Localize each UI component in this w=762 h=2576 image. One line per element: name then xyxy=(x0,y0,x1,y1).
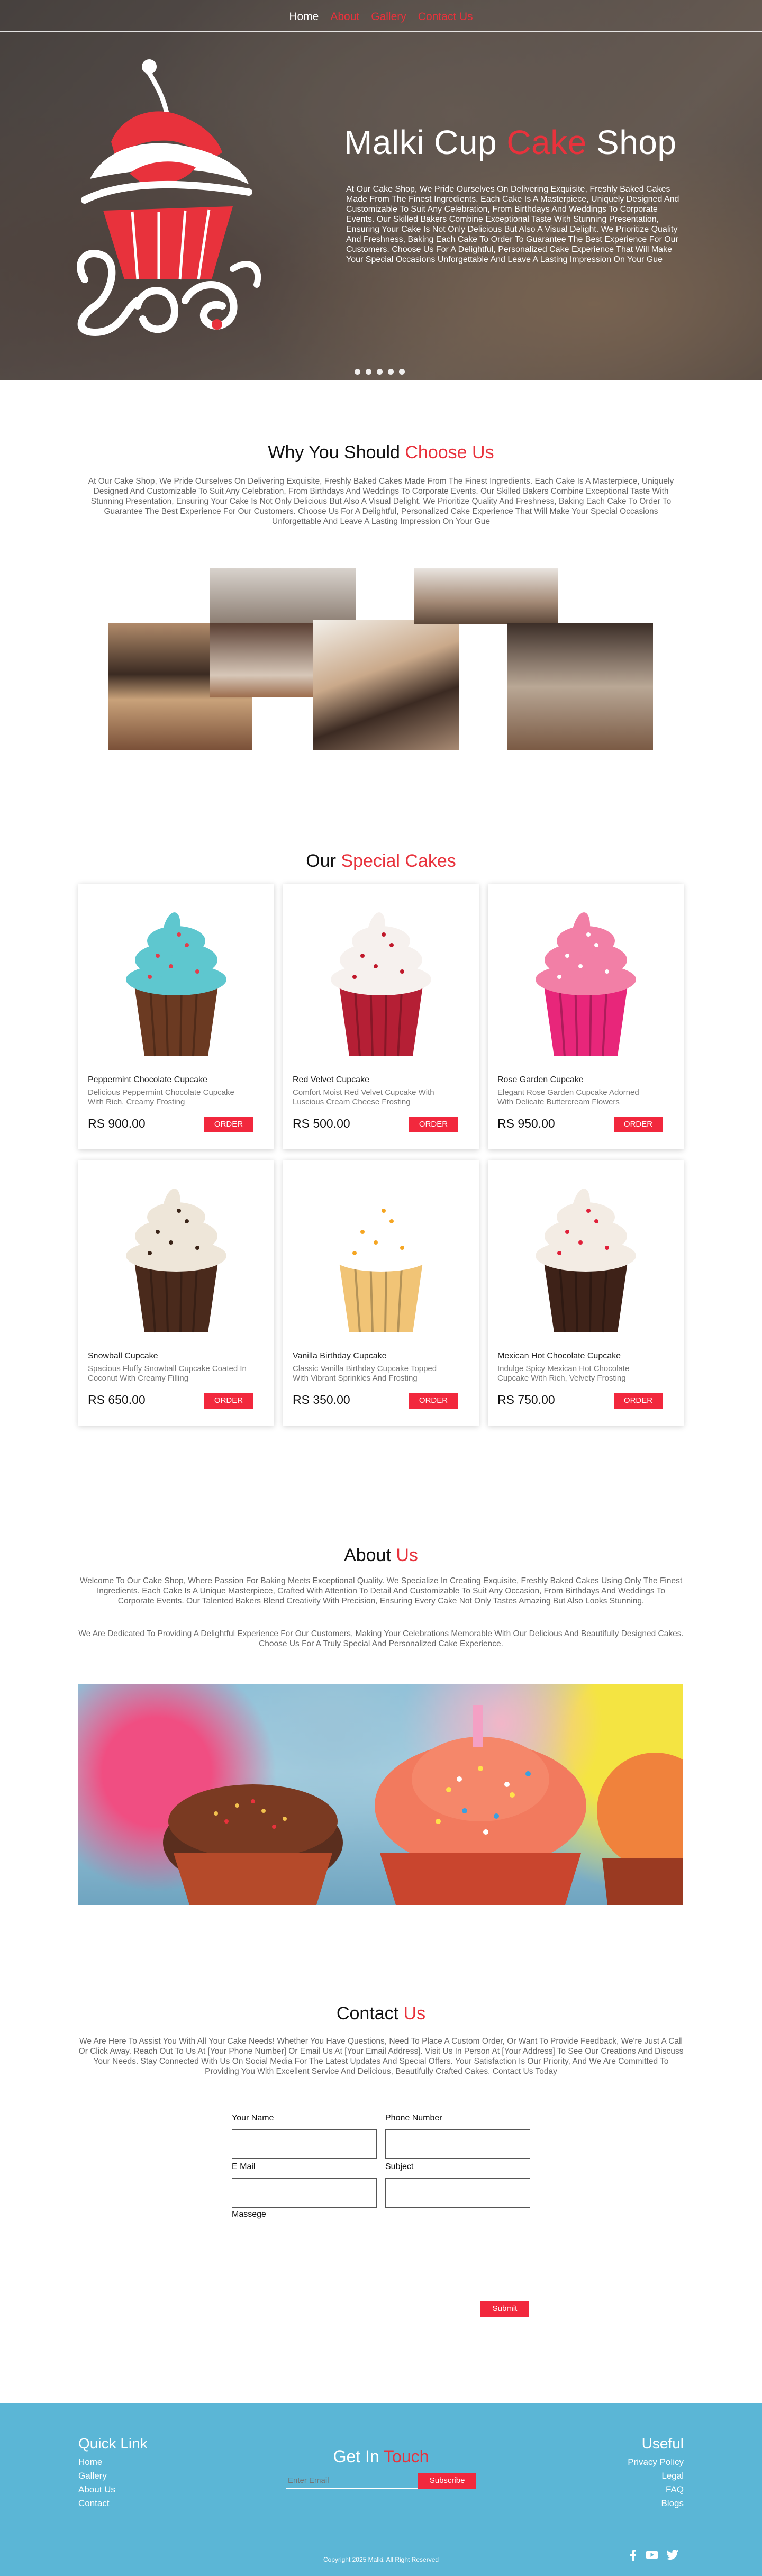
youtube-icon[interactable] xyxy=(646,2550,658,2560)
product-description: Elegant Rose Garden Cupcake Adorned With… xyxy=(497,1088,639,1106)
top-nav: Home About Gallery Contact Us xyxy=(0,0,762,32)
about-banner-image xyxy=(78,1684,683,1905)
product-card: Red Velvet Cupcake Comfort Moist Red Velv… xyxy=(283,884,479,1149)
about-text-1: Welcome To Our Cake Shop, Where Passion … xyxy=(79,1576,683,1606)
cupcake-logo xyxy=(74,57,265,340)
product-card: Snowball Cupcake Spacious Fluffy Snowball… xyxy=(78,1160,274,1426)
slider-dot-1[interactable] xyxy=(355,369,360,375)
about-text-2: We Are Dedicated To Providing A Delightf… xyxy=(78,1629,684,1648)
product-description: Comfort Moist Red Velvet Cupcake With Lu… xyxy=(293,1088,434,1106)
subscribe-button[interactable]: Subscribe xyxy=(418,2473,476,2489)
cupcake-image xyxy=(488,884,684,1070)
twitter-icon[interactable] xyxy=(667,2550,678,2560)
slider-dot-2[interactable] xyxy=(366,369,371,375)
baker-photo xyxy=(210,568,356,623)
cupcake-image xyxy=(283,1160,479,1346)
product-card: Mexican Hot Chocolate Cupcake Indulge Spi… xyxy=(488,1160,684,1426)
your-name-label: Your Name xyxy=(232,2114,274,2123)
slider-dot-5[interactable] xyxy=(399,369,405,375)
slider-dot-4[interactable] xyxy=(388,369,394,375)
hero-section: Home About Gallery Contact Us Malki Cup … xyxy=(0,0,762,380)
product-card: Rose Garden Cupcake Elegant Rose Garden C… xyxy=(488,884,684,1149)
product-name: Rose Garden Cupcake xyxy=(497,1075,584,1084)
about-title: About Us xyxy=(344,1545,418,1565)
subject-input[interactable] xyxy=(385,2178,530,2208)
submit-button[interactable]: Submit xyxy=(480,2301,529,2317)
nav-about-link[interactable]: About xyxy=(330,11,359,23)
footer-contact-link[interactable]: Contact xyxy=(78,2497,148,2510)
product-price: RS 350.00 xyxy=(293,1393,350,1407)
useful-links-title: Useful xyxy=(641,2435,684,2452)
message-label: Massege xyxy=(232,2210,266,2219)
useful-links-column: Useful Privacy Policy Legal FAQ Blogs xyxy=(628,2435,684,2510)
product-price: RS 950.00 xyxy=(497,1117,555,1130)
cupcake-image xyxy=(283,884,479,1070)
order-button[interactable]: ORDER xyxy=(614,1393,663,1409)
subject-label: Subject xyxy=(385,2162,414,2171)
cupcake-image xyxy=(488,1160,684,1346)
product-grid: Peppermint Chocolate Cupcake Delicious Pe… xyxy=(78,884,684,1426)
hero-title: Malki Cup Cake Shop xyxy=(344,123,677,161)
quick-links-title: Quick Link xyxy=(78,2435,148,2452)
your-name-input[interactable] xyxy=(232,2129,377,2159)
phone-number-label: Phone Number xyxy=(385,2114,442,2123)
quick-links-column: Quick Link Home Gallery About Us Contact xyxy=(78,2435,148,2510)
product-name: Snowball Cupcake xyxy=(88,1352,158,1360)
special-cakes-title: Our Special Cakes xyxy=(306,851,456,871)
nav-home-link[interactable]: Home xyxy=(289,11,319,23)
woman-with-cake-photo xyxy=(313,620,459,750)
slider-dot-3[interactable] xyxy=(377,369,383,375)
social-icons xyxy=(629,2550,678,2561)
product-name: Mexican Hot Chocolate Cupcake xyxy=(497,1352,621,1360)
order-button[interactable]: ORDER xyxy=(409,1117,458,1132)
nav-gallery-link[interactable]: Gallery xyxy=(371,11,406,23)
cupcake-image xyxy=(78,884,274,1070)
product-description: Spacious Fluffy Snowball Cupcake Coated … xyxy=(88,1364,247,1383)
product-description: Indulge Spicy Mexican Hot Chocolate Cupc… xyxy=(497,1364,630,1383)
product-price: RS 650.00 xyxy=(88,1393,146,1407)
cake-shop-photo xyxy=(210,623,313,697)
faq-link[interactable]: FAQ xyxy=(628,2483,684,2497)
cupcake-image xyxy=(78,1160,274,1346)
product-name: Red Velvet Cupcake xyxy=(293,1075,369,1084)
email-input[interactable] xyxy=(232,2178,377,2208)
product-price: RS 900.00 xyxy=(88,1117,146,1130)
hero-description: At Our Cake Shop, We Pride Ourselves On … xyxy=(346,185,679,264)
footer: Quick Link Home Gallery About Us Contact… xyxy=(0,2403,762,2576)
phone-number-input[interactable] xyxy=(385,2129,530,2159)
product-name: Vanilla Birthday Cupcake xyxy=(293,1352,387,1360)
footer-about-link[interactable]: About Us xyxy=(78,2483,148,2497)
product-card: Peppermint Chocolate Cupcake Delicious Pe… xyxy=(78,884,274,1149)
legal-link[interactable]: Legal xyxy=(628,2469,684,2483)
order-button[interactable]: ORDER xyxy=(204,1117,253,1132)
product-price: RS 500.00 xyxy=(293,1117,350,1130)
message-textarea[interactable] xyxy=(232,2227,530,2294)
order-button[interactable]: ORDER xyxy=(614,1117,663,1132)
product-card: Vanilla Birthday Cupcake Classic Vanilla … xyxy=(283,1160,479,1426)
privacy-policy-link[interactable]: Privacy Policy xyxy=(628,2455,684,2469)
product-description: Classic Vanilla Birthday Cupcake Topped … xyxy=(293,1364,437,1383)
product-description: Delicious Peppermint Chocolate Cupcake W… xyxy=(88,1088,234,1106)
chef-photo xyxy=(414,568,558,624)
order-button[interactable]: ORDER xyxy=(204,1393,253,1409)
facebook-icon[interactable] xyxy=(629,2550,637,2561)
get-in-touch-column: Get In Touch Subscribe xyxy=(286,2447,476,2489)
bakery-photo-collage xyxy=(106,568,656,751)
get-in-touch-title: Get In Touch xyxy=(333,2447,429,2466)
nav-contact-link[interactable]: Contact Us xyxy=(418,11,473,23)
footer-gallery-link[interactable]: Gallery xyxy=(78,2469,148,2483)
why-choose-title: Why You Should Choose Us xyxy=(268,442,494,462)
contact-text: We Are Here To Assist You With All Your … xyxy=(78,2037,684,2076)
footer-home-link[interactable]: Home xyxy=(78,2455,148,2469)
bakery-counter-photo xyxy=(507,623,653,750)
contact-title: Contact Us xyxy=(336,2003,426,2024)
why-choose-text: At Our Cake Shop, We Pride Ourselves On … xyxy=(88,477,674,526)
product-name: Peppermint Chocolate Cupcake xyxy=(88,1075,207,1084)
slider-dots xyxy=(355,369,405,375)
order-button[interactable]: ORDER xyxy=(409,1393,458,1409)
subscribe-email-input[interactable] xyxy=(286,2473,419,2489)
email-label: E Mail xyxy=(232,2162,256,2171)
blogs-link[interactable]: Blogs xyxy=(628,2497,684,2510)
product-price: RS 750.00 xyxy=(497,1393,555,1407)
